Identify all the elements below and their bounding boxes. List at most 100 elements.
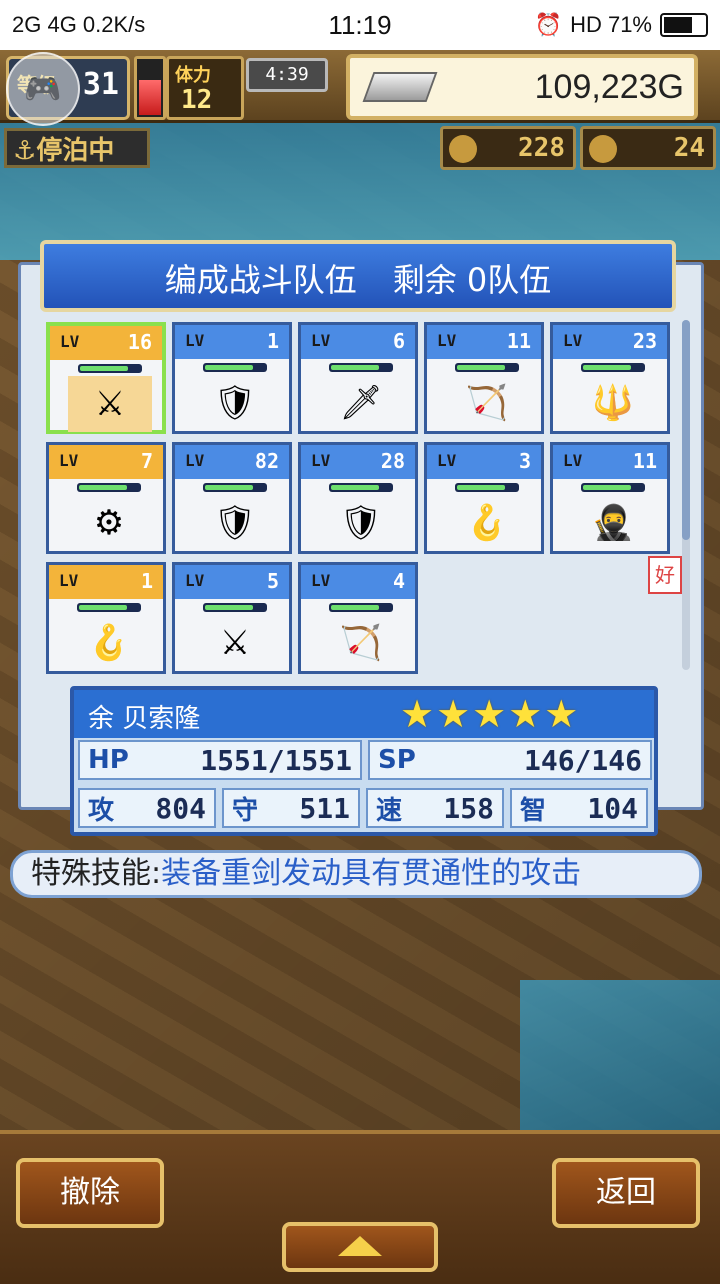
stamina-gauge [134,56,166,120]
remove-button[interactable]: 撤除 [16,1158,164,1228]
character-level: 7 [140,449,153,473]
character-portrait-icon: ⚔ [193,615,277,671]
hp-bar [78,364,142,373]
character-portrait-icon: ⚙ [67,495,151,551]
character-card[interactable]: LV 16 ⚔ [46,322,166,434]
sea-background-lower [520,980,720,1140]
up-arrow-icon [338,1236,382,1256]
scrollbar-thumb[interactable] [682,320,690,540]
spd-value: 158 [443,791,494,825]
character-card[interactable]: LV 5 ⚔ [172,562,292,674]
character-level: 82 [254,449,279,473]
int-label: 智 [520,795,547,826]
character-portrait-icon: 🏹 [319,615,403,671]
lv-label: LV [311,451,331,470]
lv-label: LV [311,331,331,350]
skill-label: 特殊技能: [31,856,162,891]
level-value: 31 [82,67,119,102]
lv-label: LV [185,331,205,350]
def-value: 511 [299,791,350,825]
character-level: 6 [392,329,405,353]
hp-value: 1551/1551 [200,743,352,777]
expand-up-button[interactable] [282,1222,438,1272]
name-row: 余 贝索隆 ★★★★★ [74,690,654,738]
character-card[interactable]: LV 11 🏹 [424,322,544,434]
food-icon [449,134,477,163]
character-level: 1 [140,569,153,593]
sp-value: 146/146 [523,743,642,777]
hp-bar [203,363,267,372]
atk-value: 804 [155,791,206,825]
bottom-bar: 撤除 返回 [0,1130,720,1284]
skill-text: 装备重剑发动具有贯通性的攻击 [161,856,582,891]
int-value: 104 [587,791,638,825]
back-button[interactable]: 返回 [552,1158,700,1228]
spd-label: 速 [376,795,403,826]
level-bar: LV 6 [301,325,415,359]
level-bar: LV 4 [301,565,415,599]
character-level: 28 [380,449,405,473]
level-bar: LV 28 [301,445,415,479]
lv-label: LV [437,451,457,470]
hp-bar [203,483,267,492]
panel-title: 编成战斗队伍 剩余 0队伍 [40,240,676,312]
def-label: 守 [232,795,259,826]
coin-icon [589,134,617,163]
rarity-stars: ★★★★★ [400,692,581,736]
character-card[interactable]: LV 7 ⚙ [46,442,166,554]
atk-label: 攻 [88,795,115,826]
hp-bar [203,603,267,612]
stamina-label: 体力 [175,65,211,86]
hp-bar [455,483,519,492]
hp-bar [329,483,393,492]
status-bar: 2G 4G 0.2K/s 11:19 ⏰ HD 71% [0,0,720,50]
stamina-value: 12 [181,85,213,115]
lv-label: LV [311,571,331,590]
hp-bar [455,363,519,372]
character-portrait-icon: 🪝 [445,495,529,551]
status-right-text: HD 71% [570,12,652,37]
character-level: 11 [506,329,531,353]
character-card[interactable]: LV 11 🥷 [550,442,670,554]
character-level: 1 [266,329,279,353]
side-tab[interactable]: 好 [648,556,682,594]
resource-food: 228 [440,126,576,170]
character-level: 23 [632,329,657,353]
character-card[interactable]: LV 23 🔱 [550,322,670,434]
level-bar: LV 1 [175,325,289,359]
gamepad-icon[interactable]: 🎮 [6,52,80,126]
level-bar: LV 82 [175,445,289,479]
character-card[interactable]: LV 3 🪝 [424,442,544,554]
character-portrait-icon: 🛡 [193,375,277,431]
level-bar: LV 11 [553,445,667,479]
character-card[interactable]: LV 6 🗡 [298,322,418,434]
hp-bar [329,363,393,372]
stat-row-1: HP 1551/1551 SP 146/146 [78,740,652,784]
character-card[interactable]: LV 28 🛡 [298,442,418,554]
alarm-icon: ⏰ [534,12,563,37]
stat-row-2: 攻 804 守 511 速 158 智 104 [78,788,648,832]
lv-label: LV [437,331,457,350]
character-card[interactable]: LV 1 🪝 [46,562,166,674]
atk-stat: 攻 804 [78,788,216,828]
character-portrait-icon: 🛡 [319,495,403,551]
sp-stat: SP 146/146 [368,740,652,780]
character-level: 5 [266,569,279,593]
hp-bar [329,603,393,612]
character-card[interactable]: LV 4 🏹 [298,562,418,674]
title-formation: 编成战斗队伍 [164,261,357,299]
resource-coin-value: 24 [673,133,705,163]
lv-label: LV [563,331,583,350]
character-level: 3 [518,449,531,473]
hp-bar [581,483,645,492]
character-card[interactable]: LV 1 🛡 [172,322,292,434]
gold-value: 109,223G [534,68,684,106]
grid-scrollbar[interactable] [682,320,690,670]
hp-bar [77,603,141,612]
hp-label: HP [88,745,129,775]
sp-label: SP [378,745,416,775]
character-level: 16 [127,330,152,354]
character-card[interactable]: LV 82 🛡 [172,442,292,554]
title-remaining: 剩余 0队伍 [392,261,552,299]
character-level: 4 [392,569,405,593]
